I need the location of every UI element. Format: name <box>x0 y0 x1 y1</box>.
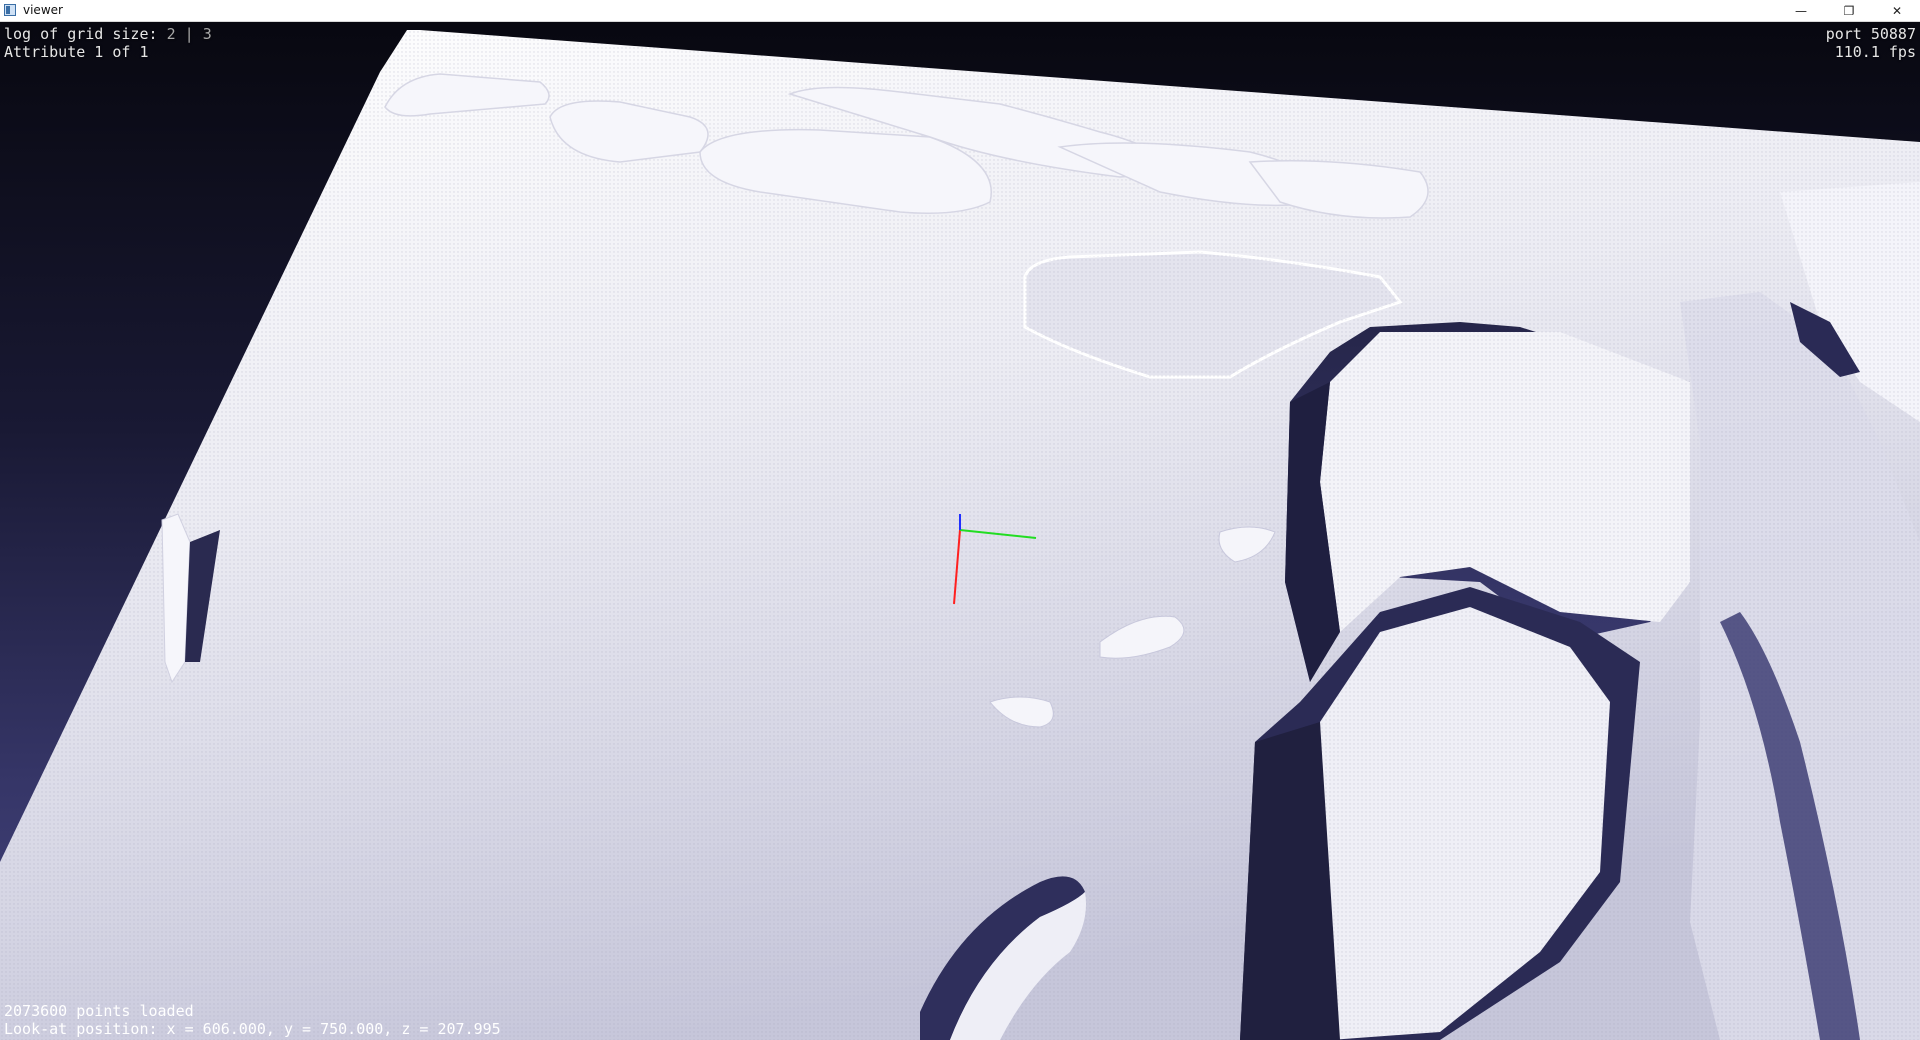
points-loaded-status: 2073600 points loaded <box>4 1002 194 1020</box>
hud-top-left: log of grid size: 2 | 3 Attribute 1 of 1 <box>4 25 212 61</box>
restore-button[interactable]: ❐ <box>1829 0 1869 21</box>
attribute-indicator: Attribute 1 of 1 <box>4 43 149 61</box>
grid-size-value-1: 2 <box>166 25 176 43</box>
hud-top-right: port 50887 110.1 fps <box>1826 25 1916 61</box>
3d-viewport[interactable]: log of grid size: 2 | 3 Attribute 1 of 1… <box>0 22 1920 1040</box>
look-at-position: Look-at position: x = 606.000, y = 750.0… <box>4 1020 501 1038</box>
window-titlebar[interactable]: viewer — ❐ ✕ <box>0 0 1920 22</box>
port-label: port 50887 <box>1825 25 1916 43</box>
cliff-wall <box>1680 182 1920 1040</box>
minimize-button[interactable]: — <box>1781 0 1821 21</box>
point-cloud-scene[interactable] <box>0 22 1920 1040</box>
close-button[interactable]: ✕ <box>1877 0 1917 21</box>
grid-size-label: log of grid size: <box>4 25 158 43</box>
window-title: viewer <box>23 3 63 17</box>
grid-size-separator: | <box>184 25 194 43</box>
grid-size-value-2: 3 <box>202 25 212 43</box>
hud-bottom-left: 2073600 points loaded Look-at position: … <box>4 1002 501 1038</box>
fps-counter: 110.1 fps <box>1834 43 1916 61</box>
app-window-icon <box>4 4 16 16</box>
